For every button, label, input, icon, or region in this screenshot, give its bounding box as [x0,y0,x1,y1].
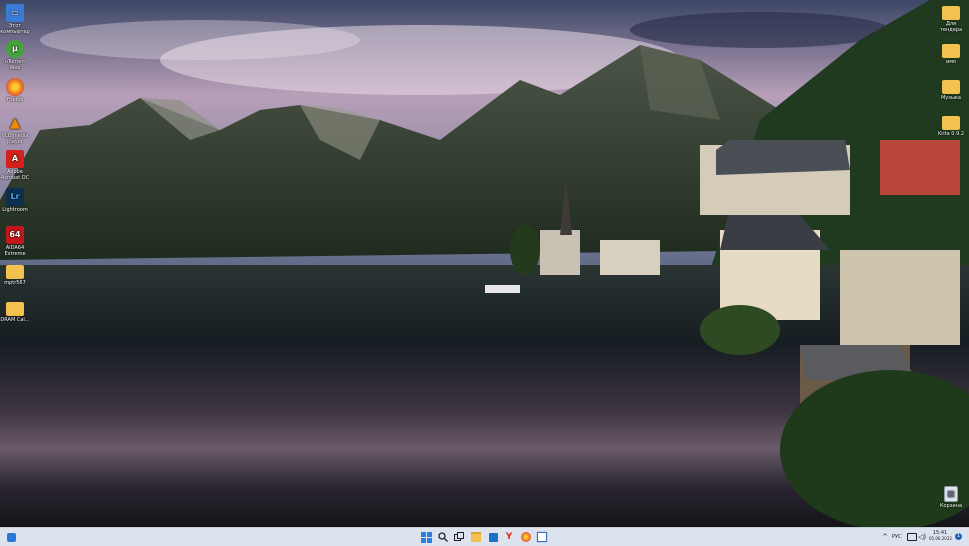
desktop-icon-firefox[interactable]: Firefox [0,78,30,103]
clock-date: 05.06.2022 [929,536,952,541]
acrobat-icon: A [6,150,24,168]
show-hidden-icons-button[interactable]: ^ [879,531,891,543]
desktop-icon-recycle-bin[interactable]: ▥ Корзина [936,486,966,509]
app-icon [537,532,547,542]
folder-icon [6,265,24,279]
desktop-icon-aida64[interactable]: 64 AIDA64 Extreme [0,226,30,257]
desktop-icon-label: Krita 0.9.2 [937,131,965,137]
desktop-icon-folder-teacher[interactable]: Для тендера [936,4,966,33]
chevron-up-icon: ^ [882,533,888,541]
desktop-icon-label: mptr567 [4,280,26,286]
task-view-icon [454,532,464,541]
notification-badge[interactable]: 1 [955,533,962,540]
desktop-icon-label: DRAM Cal... [0,317,30,323]
folder-icon [942,116,960,130]
show-desktop-widget-button[interactable] [5,531,17,543]
notification-count: 1 [956,533,961,539]
language-indicator[interactable]: РУС [892,534,902,540]
volume-button[interactable]: ◁) [916,531,928,543]
windows-logo-icon [420,531,432,543]
desktop-icon-label: Корзина [939,503,963,509]
folder-icon [6,302,24,316]
desktop-icon-folder-music[interactable]: Музыка [936,78,966,101]
desktop-icon-label: Этот компьютер [0,23,30,35]
desktop-icon-acrobat[interactable]: A Adobe Acrobat DC [0,150,30,181]
desktop-icon-label: Lightroom [2,207,28,213]
widgets-icon [6,532,16,542]
yandex-icon: Y [505,532,513,542]
taskbar-firefox[interactable] [520,531,532,543]
desktop-icon-lightroom[interactable]: Lr Lightroom [0,188,30,213]
search-icon [438,532,448,542]
desktop-icon-label: uTorrent Web [4,59,26,71]
volume-icon: ◁) [917,533,927,541]
store-icon [488,532,498,542]
folder-icon [942,6,960,20]
desktop-icon-utorrent[interactable]: µ uTorrent Web [0,40,30,71]
utorrent-icon: µ [6,40,24,58]
desktop-icon-label: имо [945,59,957,65]
firefox-icon [521,532,531,542]
taskbar: Y ^ РУС ◁) 15:41 05.06.2022 1 [0,527,969,546]
firefox-icon [6,78,24,96]
desktop-wallpaper: ▭ Этот компьютер µ uTorrent Web Firefox … [0,0,969,527]
desktop-icon-label: VLC media player [1,133,29,145]
vlc-cone-icon: ▲ [9,115,21,131]
folder-icon [942,44,960,58]
desktop-icon-label: Firefox [6,97,24,103]
desktop-icon-folder-krita[interactable]: Krita 0.9.2 [936,114,966,137]
desktop-icon-label: Музыка [941,95,961,101]
search-button[interactable] [437,531,449,543]
taskbar-yandex-browser[interactable]: Y [503,531,515,543]
folder-icon [942,80,960,94]
taskbar-active-app[interactable] [536,531,548,543]
folder-icon [471,532,481,542]
desktop-icon-label: AIDA64 Extreme [4,245,26,257]
computer-icon: ▭ [6,4,24,22]
desktop-icon-folder-imo[interactable]: имо [936,42,966,65]
desktop-icon-this-pc[interactable]: ▭ Этот компьютер [0,4,30,35]
taskbar-file-explorer[interactable] [470,531,482,543]
start-button[interactable] [420,531,432,543]
desktop-icon-folder-dram[interactable]: DRAM Cal... [0,300,30,323]
desktop-icon-vlc[interactable]: ▲ VLC media player [0,114,30,145]
lightroom-icon: Lr [6,188,24,206]
clock[interactable]: 15:41 05.06.2022 [929,530,952,542]
desktop-icon-label: Для тендера [939,21,963,33]
desktop-icon-folder-mptr[interactable]: mptr567 [0,263,30,286]
task-view-button[interactable] [453,531,465,543]
wallpaper-image [0,0,969,527]
desktop-icon-label: Adobe Acrobat DC [0,169,30,181]
aida64-icon: 64 [6,226,24,244]
taskbar-ms-store[interactable] [487,531,499,543]
recycle-bin-icon: ▥ [944,486,958,502]
